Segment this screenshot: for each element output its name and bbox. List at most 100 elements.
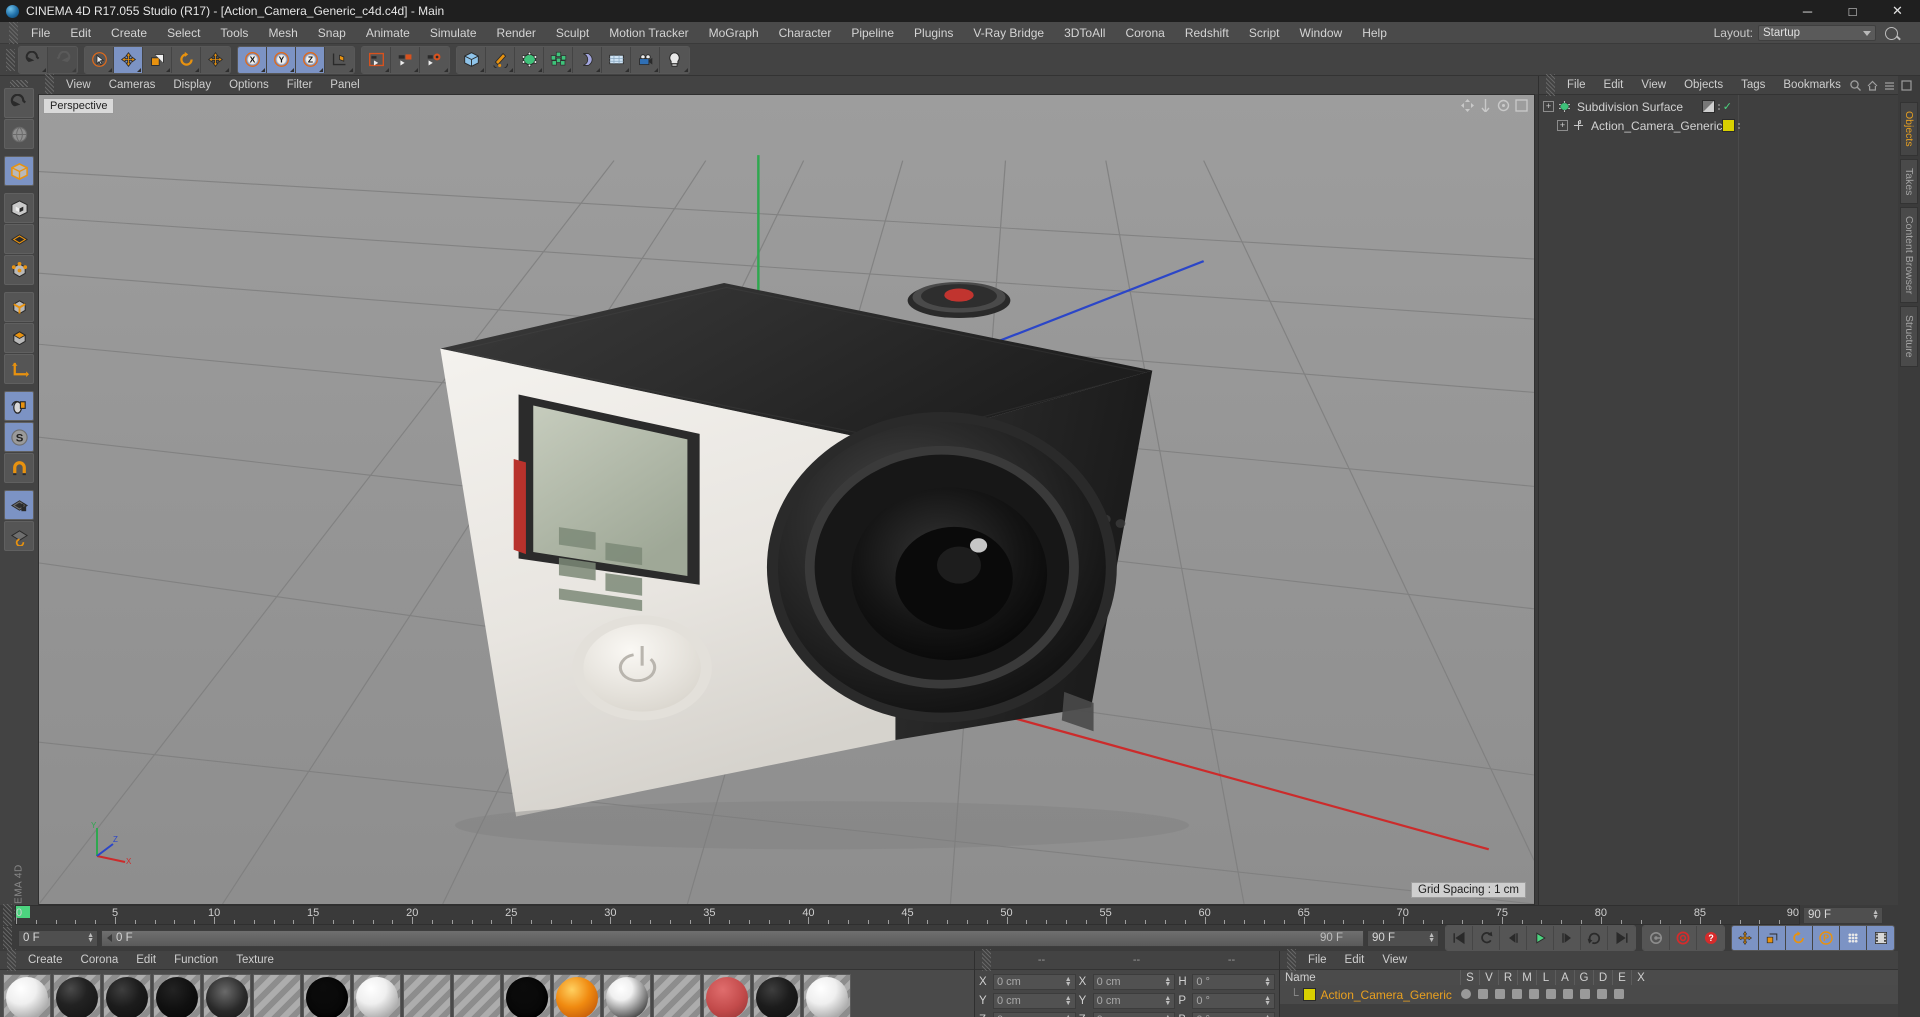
rotate-view-icon[interactable] xyxy=(1497,99,1510,112)
material-item[interactable]: black_m xyxy=(53,974,101,1017)
keyframe-selection-button[interactable]: ? xyxy=(1697,926,1724,950)
menu-motion-tracker[interactable]: Motion Tracker xyxy=(599,22,698,44)
workplane-lock-button[interactable] xyxy=(4,490,34,520)
menu-mograph[interactable]: MoGraph xyxy=(699,22,769,44)
free-move-tool[interactable] xyxy=(201,46,230,73)
material-menu-corona[interactable]: Corona xyxy=(72,951,128,969)
select-tool[interactable] xyxy=(85,46,114,73)
display-icon[interactable] xyxy=(1596,988,1609,1001)
viewport-menu-display[interactable]: Display xyxy=(164,76,220,94)
coord-position-x-field[interactable]: 0 cm ▲ ▼ xyxy=(993,973,1076,990)
add-generator-button[interactable] xyxy=(515,46,544,73)
viewport-render-button[interactable] xyxy=(4,119,34,149)
menu-mesh[interactable]: Mesh xyxy=(258,22,307,44)
visibility-dots-icon[interactable] xyxy=(1717,103,1720,110)
tab-takes[interactable]: Takes xyxy=(1900,158,1918,205)
stepper-icon[interactable]: ▲▼ xyxy=(1264,995,1271,1007)
menu-edit[interactable]: Edit xyxy=(60,22,101,44)
selected-dot-icon[interactable] xyxy=(1460,988,1473,1001)
render-to-picture-viewer-button[interactable] xyxy=(391,46,420,73)
object-menu-objects[interactable]: Objects xyxy=(1675,76,1732,94)
position-key-button[interactable] xyxy=(1732,926,1759,950)
edges-mode-button[interactable] xyxy=(4,292,34,322)
current-frame-field[interactable]: 0 F ▲ ▼ xyxy=(18,929,98,947)
material-item[interactable]: glass_ta xyxy=(253,974,301,1017)
material-item[interactable]: org_gla xyxy=(653,974,701,1017)
stepper-icon[interactable]: ▲▼ xyxy=(1065,976,1072,988)
menu-pipeline[interactable]: Pipeline xyxy=(841,22,904,44)
stepper-icon[interactable]: ▲▼ xyxy=(1872,909,1879,921)
play-button[interactable] xyxy=(1527,926,1554,950)
lock-icon[interactable] xyxy=(1528,988,1541,1001)
material-tag-icon[interactable] xyxy=(1722,119,1736,132)
step-forward-button[interactable] xyxy=(1554,926,1581,950)
material-thumbnail[interactable] xyxy=(453,974,501,1017)
add-light-button[interactable] xyxy=(660,46,689,73)
material-item[interactable]: org_gla xyxy=(703,974,751,1017)
menu-tools[interactable]: Tools xyxy=(210,22,258,44)
material-thumbnail[interactable] xyxy=(153,974,201,1017)
expand-toggle-icon[interactable]: + xyxy=(1543,101,1554,112)
x-axis-lock[interactable]: X xyxy=(238,46,267,73)
coord-rotation-b-field[interactable]: 0 °▲▼ xyxy=(1192,1011,1276,1017)
visibility-icon[interactable] xyxy=(1477,988,1490,1001)
go-to-end-button[interactable] xyxy=(1608,926,1635,950)
toolbar-grip-handle[interactable] xyxy=(6,48,15,71)
rotate-tool[interactable] xyxy=(172,46,201,73)
material-item[interactable]: metal_0 xyxy=(553,974,601,1017)
previous-keyframe-button[interactable] xyxy=(1473,926,1500,950)
material-item[interactable]: plastic_ xyxy=(753,974,801,1017)
timeline-scrub-bar[interactable]: 0 F 90 F xyxy=(101,929,1364,947)
material-thumbnail[interactable] xyxy=(753,974,801,1017)
material-thumbnail[interactable] xyxy=(303,974,351,1017)
material-thumbnail[interactable] xyxy=(553,974,601,1017)
menu-grip-handle[interactable] xyxy=(9,21,18,44)
material-item[interactable]: black_m xyxy=(153,974,201,1017)
maximize-button[interactable]: □ xyxy=(1830,0,1875,22)
menu-help[interactable]: Help xyxy=(1352,22,1397,44)
expand-toggle-icon[interactable]: + xyxy=(1557,120,1568,131)
undo-view-button[interactable] xyxy=(4,88,34,118)
rotation-key-button[interactable] xyxy=(1786,926,1813,950)
coord-position-z-field[interactable]: 0 cm▲▼ xyxy=(993,1011,1076,1017)
menu-corona[interactable]: Corona xyxy=(1115,22,1174,44)
attribute-menu-edit[interactable]: Edit xyxy=(1336,951,1374,969)
material-thumbnail[interactable] xyxy=(403,974,451,1017)
stepper-icon[interactable]: ▲▼ xyxy=(1065,995,1072,1007)
viewport-menu-filter[interactable]: Filter xyxy=(278,76,322,94)
viewport-menu-grip[interactable] xyxy=(45,74,54,96)
material-thumbnail[interactable] xyxy=(103,974,151,1017)
timeline-button[interactable] xyxy=(1867,926,1894,950)
point-level-animation-button[interactable] xyxy=(1840,926,1867,950)
next-keyframe-button[interactable] xyxy=(1581,926,1608,950)
menu-simulate[interactable]: Simulate xyxy=(420,22,487,44)
enable-snapping-button[interactable] xyxy=(4,391,34,421)
render-view-button[interactable] xyxy=(362,46,391,73)
stepper-icon[interactable]: ▲▼ xyxy=(1164,976,1171,988)
model-mode-button[interactable] xyxy=(4,156,34,186)
coord-size-x-field[interactable]: 0 cm ▲ ▼ xyxy=(1092,973,1176,990)
add-deformer-button[interactable] xyxy=(573,46,602,73)
coord-rotation-h-field[interactable]: 0 ° ▲ ▼ xyxy=(1192,973,1276,990)
render-icon[interactable] xyxy=(1494,988,1507,1001)
maximize-view-icon[interactable] xyxy=(1515,99,1528,112)
workplane-mode-button[interactable] xyxy=(4,224,34,254)
material-item[interactable]: grey_pla xyxy=(353,974,401,1017)
viewport-menu-options[interactable]: Options xyxy=(220,76,278,94)
deformer-icon[interactable] xyxy=(1579,988,1592,1001)
tab-objects[interactable]: Objects xyxy=(1900,102,1918,156)
collapse-icon[interactable] xyxy=(1884,80,1895,91)
close-button[interactable]: ✕ xyxy=(1875,0,1920,22)
material-item[interactable]: metal_cl xyxy=(603,974,651,1017)
material-list[interactable]: black_mblack_mblack_mblack_mblack_mglass… xyxy=(0,969,974,1017)
menu-select[interactable]: Select xyxy=(157,22,210,44)
material-thumbnail[interactable] xyxy=(703,974,751,1017)
add-environment-button[interactable] xyxy=(602,46,631,73)
record-active-objects-button[interactable] xyxy=(1643,926,1670,950)
enabled-check-icon[interactable]: ✓ xyxy=(1723,100,1732,113)
material-thumbnail[interactable] xyxy=(803,974,851,1017)
object-menu-edit[interactable]: Edit xyxy=(1595,76,1633,94)
object-menu-view[interactable]: View xyxy=(1632,76,1675,94)
add-mograph-button[interactable] xyxy=(544,46,573,73)
menu-animate[interactable]: Animate xyxy=(356,22,420,44)
